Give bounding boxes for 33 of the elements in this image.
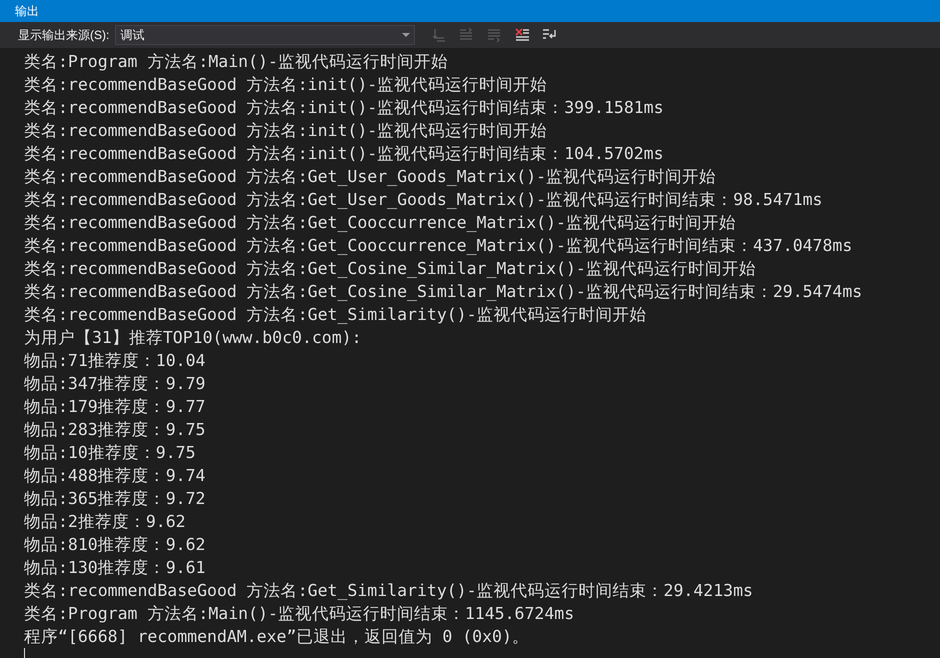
output-line: 类名:Program 方法名:Main()-监视代码运行时间开始 xyxy=(24,51,448,73)
clear-all-icon xyxy=(514,27,530,43)
output-line: 类名:recommendBaseGood 方法名:Get_Cosine_Similar_Matrix()-监视代码运行时间结束：29.5474ms xyxy=(24,281,862,303)
lines-down-icon xyxy=(486,27,502,43)
output-line: 物品:365推荐度：9.72 xyxy=(24,488,206,510)
source-label: 显示输出来源(S): xyxy=(18,27,110,44)
output-line: 程序“[6668] recommendAM.exe”已退出，返回值为 0 (0x0)。 xyxy=(24,626,529,648)
output-line: 物品:71推荐度：10.04 xyxy=(24,350,206,372)
output-line: 类名:recommendBaseGood 方法名:Get_Cosine_Similar_Matrix()-监视代码运行时间开始 xyxy=(24,258,756,280)
window-title: 输出 xyxy=(15,3,39,20)
output-line: 类名:recommendBaseGood 方法名:init()-监视代码运行时间开始 xyxy=(24,74,548,96)
output-line: 类名:recommendBaseGood 方法名:init()-监视代码运行时间结束：399.1581ms xyxy=(24,97,664,119)
source-dropdown[interactable]: 调试 xyxy=(115,25,416,45)
output-line: 物品:2推荐度：9.62 xyxy=(24,511,186,533)
caret-icon xyxy=(402,33,410,37)
goto-line-icon xyxy=(430,27,446,43)
output-line: 类名:recommendBaseGood 方法名:Get_User_Goods_Matrix()-监视代码运行时间开始 xyxy=(24,166,716,188)
output-line: 类名:Program 方法名:Main()-监视代码运行时间结束：1145.6724ms xyxy=(24,603,574,625)
output-line: 物品:283推荐度：9.75 xyxy=(24,419,206,441)
output-line: 物品:810推荐度：9.62 xyxy=(24,534,206,556)
output-line: 物品:10推荐度：9.75 xyxy=(24,442,196,464)
output-line: 类名:recommendBaseGood 方法名:Get_Cooccurrence_Matrix()-监视代码运行时间开始 xyxy=(24,212,736,234)
output-line: 类名:recommendBaseGood 方法名:Get_Similarity()-监视代码运行时间结束：29.4213ms xyxy=(24,580,753,602)
output-line: 物品:347推荐度：9.79 xyxy=(24,373,206,395)
output-line: 物品:488推荐度：9.74 xyxy=(24,465,206,487)
output-line: 类名:recommendBaseGood 方法名:Get_Similarity()-监视代码运行时间开始 xyxy=(24,304,647,326)
output-line: 物品:130推荐度：9.61 xyxy=(24,557,206,579)
output-line: 物品:179推荐度：9.77 xyxy=(24,396,206,418)
output-line: 为用户【31】推荐TOP10(www.b0c0.com): xyxy=(24,327,362,349)
output-line: 类名:recommendBaseGood 方法名:init()-监视代码运行时间开始 xyxy=(24,120,548,142)
output-line: 类名:recommendBaseGood 方法名:init()-监视代码运行时间结束：104.5702ms xyxy=(24,143,664,165)
output-line: 类名:recommendBaseGood 方法名:Get_User_Goods_Matrix()-监视代码运行时间结束：98.5471ms xyxy=(24,189,822,211)
output-line: 类名:recommendBaseGood 方法名:Get_Cooccurrence_Matrix()-监视代码运行时间结束：437.0478ms xyxy=(24,235,852,257)
